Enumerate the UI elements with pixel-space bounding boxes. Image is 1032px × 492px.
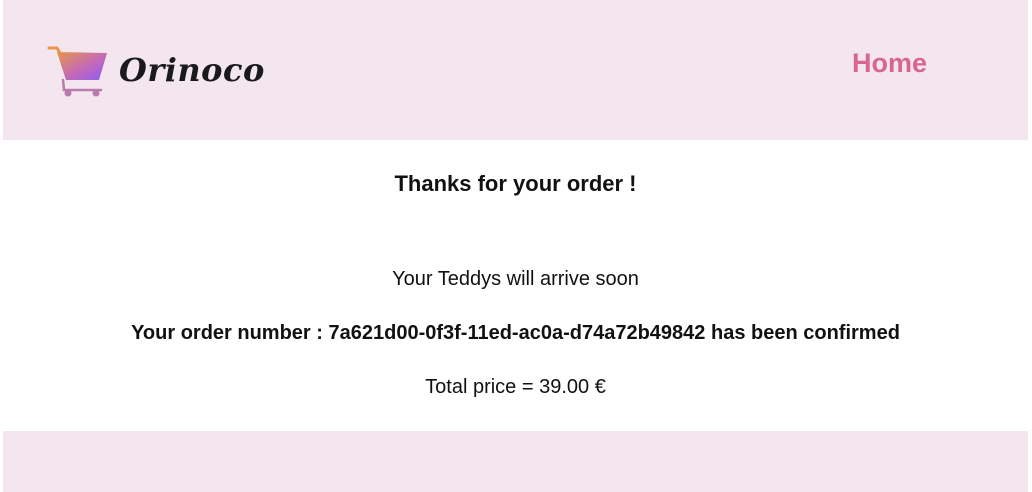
- confirmation-title: Thanks for your order !: [394, 171, 637, 196]
- order-number-suffix: has been confirmed: [705, 322, 900, 344]
- order-number-message: Your order number : 7a621d00-0f3f-11ed-a…: [3, 322, 1028, 345]
- total-price-prefix: Total price =: [425, 376, 540, 398]
- nav-home-link[interactable]: Home: [852, 48, 927, 79]
- total-price-message: Total price = 39.00 €: [3, 376, 1028, 399]
- shopping-cart-icon: [47, 46, 107, 97]
- total-price-value: 39.00 €: [539, 376, 606, 398]
- site-footer: [3, 431, 1028, 492]
- order-number-prefix: Your order number :: [131, 322, 329, 344]
- brand-logo-link[interactable]: Orinoco: [47, 44, 265, 100]
- brand-name: Orinoco: [119, 51, 265, 89]
- site-header: Orinoco Home: [3, 0, 1028, 140]
- order-number: 7a621d00-0f3f-11ed-ac0a-d74a72b49842: [328, 322, 706, 344]
- order-confirmation: Thanks for your order ! Your Teddys will…: [3, 140, 1028, 431]
- arrival-message: Your Teddys will arrive soon: [392, 268, 639, 290]
